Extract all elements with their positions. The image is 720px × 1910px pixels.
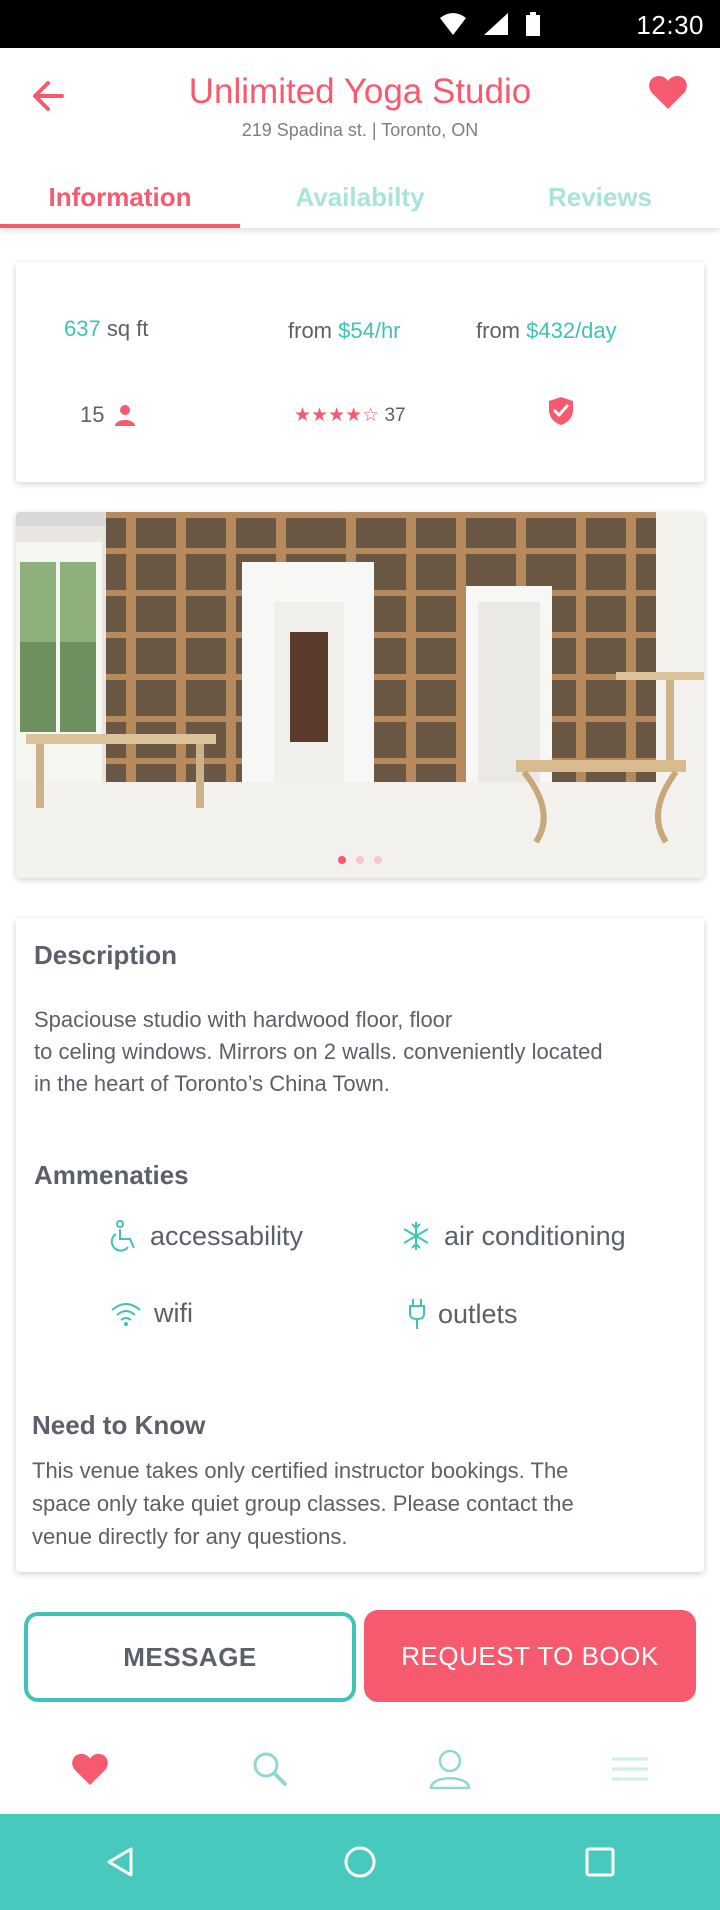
bottom-nav	[0, 1724, 720, 1814]
search-icon	[253, 1752, 287, 1786]
system-recents-button[interactable]	[560, 1832, 640, 1892]
snowflake-icon	[403, 1222, 429, 1250]
daily-prefix: from	[476, 318, 520, 343]
circle-home-icon	[344, 1846, 376, 1878]
capacity-value: 15	[80, 402, 105, 427]
amenity-label: outlets	[438, 1298, 518, 1329]
hourly-price: $54/hr	[338, 318, 401, 343]
system-home-button[interactable]	[320, 1832, 400, 1892]
menu-icon	[612, 1757, 648, 1781]
status-bar: 12:30	[0, 0, 720, 48]
nav-search[interactable]	[180, 1724, 360, 1814]
description-line: to celing windows. Mirrors on 2 walls. c…	[34, 1039, 603, 1064]
hourly-price-stat: from $54/hr	[288, 318, 401, 344]
amenity-wifi: wifi	[110, 1298, 193, 1329]
need-to-know-heading: Need to Know	[32, 1410, 206, 1440]
need-to-know-line: This venue takes only certified instruct…	[32, 1458, 569, 1483]
tab-bar: Information Availabilty Reviews	[0, 168, 720, 228]
gallery-pagination	[16, 856, 704, 864]
rating-stars: ★★★★☆	[294, 405, 380, 426]
message-button[interactable]: MESSAGE	[24, 1612, 356, 1702]
need-to-know-text: This venue takes only certified instruct…	[32, 1454, 692, 1553]
profile-icon	[429, 1749, 471, 1789]
shield-check-icon	[549, 397, 573, 425]
tab-availability[interactable]: Availabilty	[240, 168, 480, 228]
request-to-book-button[interactable]: REQUEST TO BOOK	[364, 1610, 696, 1702]
need-to-know-line: venue directly for any questions.	[32, 1524, 348, 1549]
rating-count: 37	[384, 405, 406, 426]
wheelchair-icon	[110, 1220, 135, 1252]
nav-profile[interactable]	[360, 1724, 540, 1814]
page-subtitle: 219 Spadina st. | Toronto, ON	[241, 120, 479, 140]
area-value: 637	[64, 316, 101, 341]
daily-price-stat: from $432/day	[476, 318, 617, 344]
amenity-air-conditioning: air conditioning	[400, 1220, 626, 1252]
description-text: Spaciouse studio with hardwood floor, fl…	[34, 1004, 694, 1100]
amenity-label: air conditioning	[444, 1220, 626, 1251]
gallery-dot-2[interactable]	[356, 856, 364, 864]
description-heading: Description	[34, 940, 178, 970]
rating-stat: ★★★★☆ 37	[294, 404, 406, 427]
tab-information[interactable]: Information	[0, 168, 240, 228]
amenity-accessibility: accessability	[110, 1220, 303, 1252]
hourly-prefix: from	[288, 318, 332, 343]
amenity-label: accessability	[150, 1220, 304, 1251]
square-recents-icon	[585, 1847, 615, 1877]
triangle-back-icon	[107, 1847, 133, 1877]
area-stat: 637 sq ft	[64, 316, 148, 342]
daily-price: $432/day	[526, 318, 617, 343]
area-unit: sq ft	[106, 316, 149, 341]
description-line: Spaciouse studio with hardwood floor, fl…	[34, 1007, 453, 1032]
studio-photo	[16, 512, 704, 878]
page-title: Unlimited Yoga Studio	[188, 72, 532, 111]
plug-icon	[409, 1299, 425, 1329]
heart-icon	[72, 1753, 108, 1786]
verified-badge	[548, 396, 574, 432]
gallery-dot-3[interactable]	[374, 856, 382, 864]
app-header: Unlimited Yoga Studio 219 Spadina st. | …	[0, 48, 720, 228]
need-to-know-line: space only take quiet group classes. Ple…	[32, 1491, 574, 1516]
nav-menu[interactable]	[540, 1724, 720, 1814]
nav-favorites[interactable]	[0, 1724, 180, 1814]
favorite-button[interactable]	[648, 74, 692, 114]
stats-card: 637 sq ft from $54/hr from $432/day 15 ★…	[16, 262, 704, 482]
amenity-outlets: outlets	[408, 1298, 518, 1330]
wifi-icon	[111, 1302, 141, 1326]
status-time: 12:30	[636, 10, 704, 40]
tab-reviews[interactable]: Reviews	[480, 168, 720, 228]
photo-gallery[interactable]	[16, 512, 704, 878]
description-line: in the heart of Toronto’s China Town.	[34, 1071, 390, 1096]
active-tab-indicator	[0, 224, 240, 228]
cell-signal-icon	[484, 13, 508, 40]
system-back-button[interactable]	[80, 1832, 160, 1892]
gallery-dot-1[interactable]	[338, 856, 346, 864]
amenity-label: wifi	[154, 1298, 193, 1328]
wifi-signal-icon	[440, 13, 466, 40]
person-icon	[115, 405, 136, 426]
battery-icon	[526, 12, 540, 41]
heart-icon	[649, 76, 687, 109]
details-card: Description Spaciouse studio with hardwo…	[16, 918, 704, 1572]
amenities-heading: Ammenaties	[34, 1160, 189, 1190]
system-nav-bar	[0, 1814, 720, 1910]
capacity-stat: 15	[80, 402, 136, 428]
